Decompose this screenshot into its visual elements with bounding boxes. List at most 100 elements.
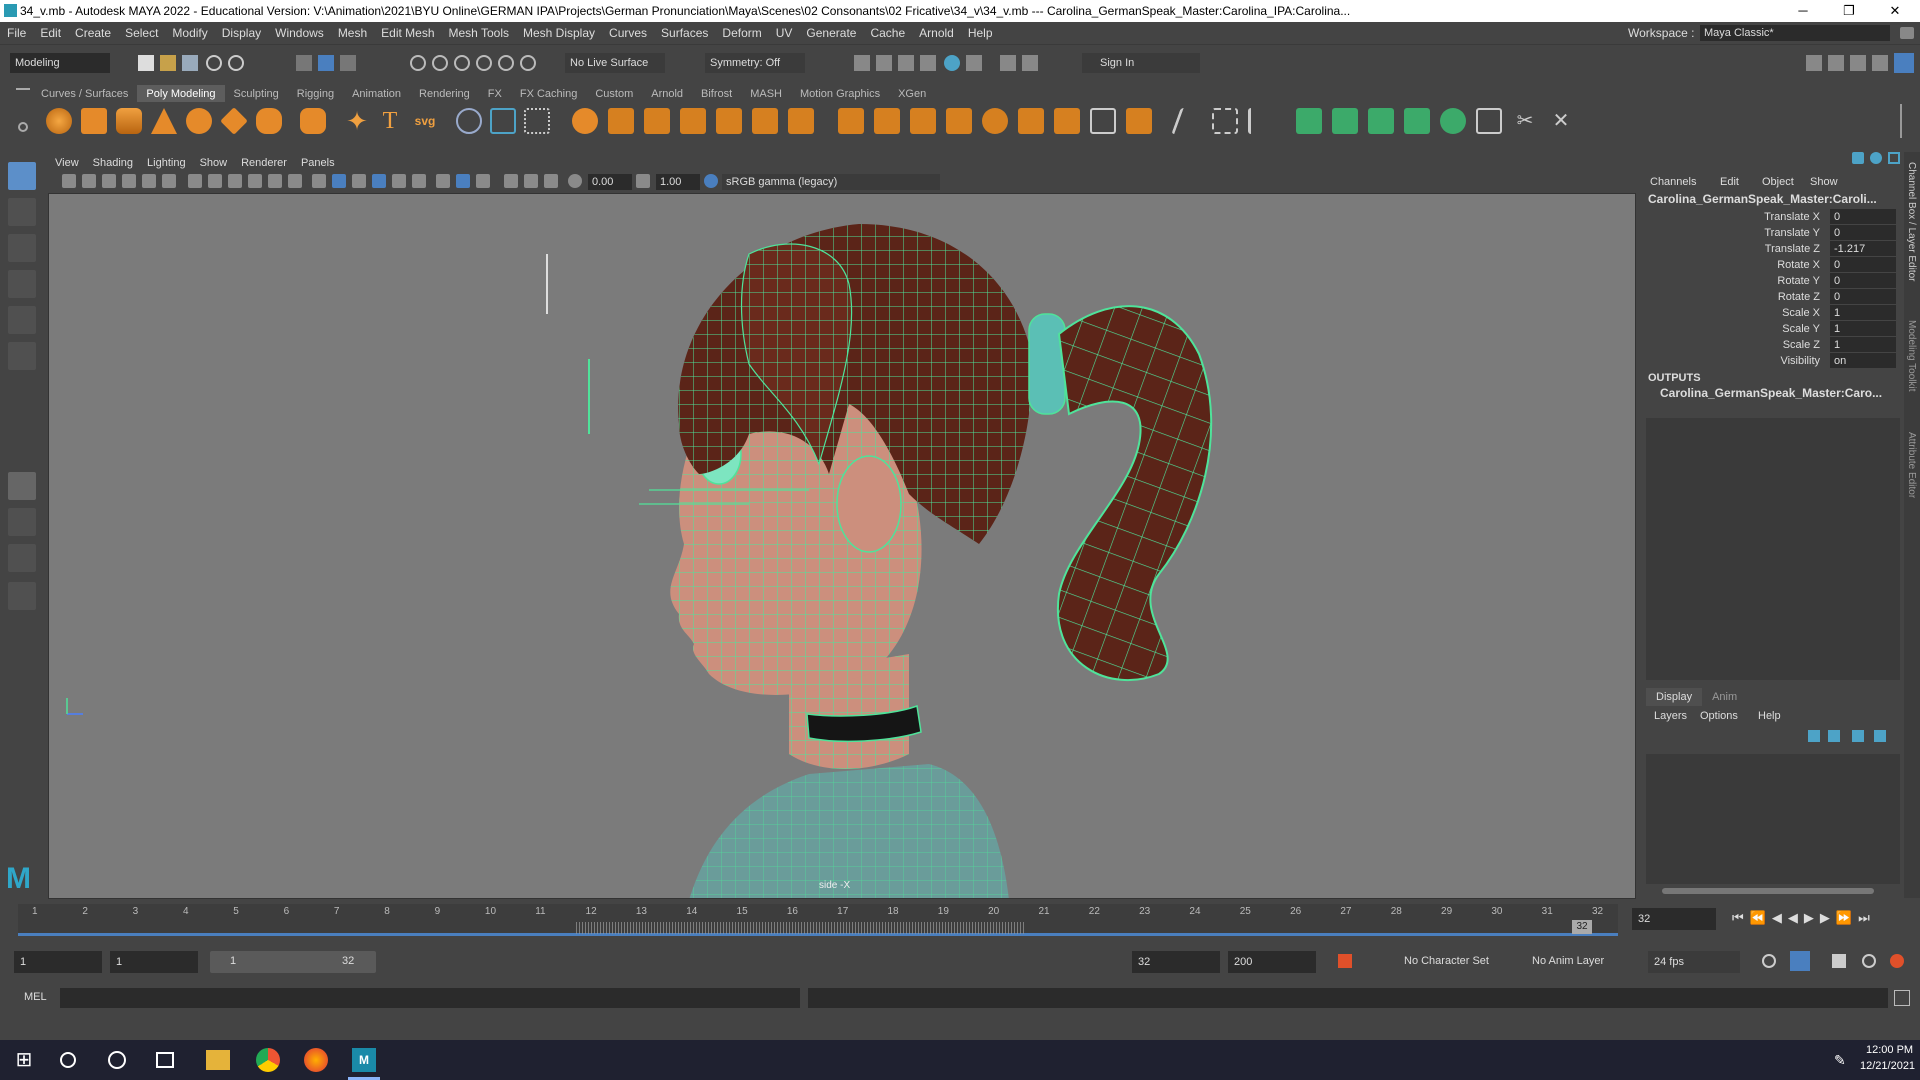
super-shape-icon[interactable]: ✦	[344, 108, 370, 134]
time-settings-icon[interactable]	[1862, 954, 1876, 968]
menu-mesh-display[interactable]: Mesh Display	[516, 22, 602, 44]
isolate-select-icon[interactable]	[456, 174, 470, 188]
resolution-gate-icon[interactable]	[228, 174, 242, 188]
move-tool-icon[interactable]	[8, 270, 36, 298]
render-view-icon[interactable]	[966, 55, 982, 71]
mode-dropdown[interactable]: Modeling	[10, 53, 110, 73]
gamma-icon[interactable]	[636, 174, 650, 188]
shelf-tab-xgen[interactable]: XGen	[889, 85, 935, 103]
channel-visibility[interactable]: Visibility on	[1642, 353, 1904, 369]
tab-display[interactable]: Display	[1646, 688, 1703, 706]
multi-cut-icon[interactable]	[1171, 108, 1207, 134]
extrude-icon[interactable]	[838, 108, 864, 134]
snap-point-icon[interactable]	[454, 55, 470, 71]
search-icon[interactable]	[60, 1052, 76, 1068]
menu-edit[interactable]: Edit	[33, 22, 68, 44]
layer-menu-help[interactable]: Help	[1758, 710, 1781, 722]
close-button[interactable]: ✕	[1872, 0, 1918, 22]
hypershade-icon[interactable]	[944, 55, 960, 71]
pause-icon[interactable]	[1022, 55, 1038, 71]
output-node[interactable]: Carolina_GermanSpeak_Master:Caro...	[1660, 386, 1900, 400]
center-pivot-icon[interactable]	[524, 108, 550, 134]
loop-icon[interactable]	[1762, 954, 1776, 968]
spherical-map-icon[interactable]	[1368, 108, 1394, 134]
lasso-tool-icon[interactable]	[8, 198, 36, 226]
layer-menu-layers[interactable]: Layers	[1654, 708, 1700, 724]
safe-action-icon[interactable]	[288, 174, 302, 188]
symmetry-dropdown[interactable]: Symmetry: Off	[705, 53, 805, 73]
shelf-tab-animation[interactable]: Animation	[343, 85, 410, 103]
windows-start-icon[interactable]: ⊞	[12, 1048, 36, 1072]
side-tab-modeling-toolkit[interactable]: Modeling Toolkit	[1906, 320, 1917, 392]
append-polygon-icon[interactable]	[1018, 108, 1044, 134]
sound-icon[interactable]	[1832, 954, 1846, 968]
channel-box-object-name[interactable]: Carolina_GermanSpeak_Master:Caroli...	[1648, 192, 1898, 206]
two-d-pan-icon[interactable]	[142, 174, 156, 188]
poly-cylinder-icon[interactable]	[116, 108, 142, 134]
bevel-icon[interactable]	[910, 108, 936, 134]
wedge-icon[interactable]	[1090, 108, 1116, 134]
new-layer-icon[interactable]	[1852, 730, 1864, 742]
channel-scale-y[interactable]: Scale Y1	[1642, 321, 1904, 337]
open-scene-icon[interactable]	[160, 55, 176, 71]
character-set-dropdown[interactable]: No Character Set	[1404, 955, 1489, 967]
poly-torus-icon[interactable]	[186, 108, 212, 134]
poly-disc-icon[interactable]	[256, 108, 282, 134]
separate-icon[interactable]	[608, 108, 634, 134]
menu-windows[interactable]: Windows	[268, 22, 331, 44]
use-all-lights-icon[interactable]	[412, 174, 426, 188]
cache-playback-icon[interactable]	[1790, 951, 1810, 971]
menu-arnold[interactable]: Arnold	[912, 22, 961, 44]
channel-translate-x[interactable]: Translate X0	[1642, 209, 1904, 225]
shelf-settings-icon[interactable]	[18, 122, 28, 132]
boolean-icon[interactable]	[788, 108, 814, 134]
film-gate-icon[interactable]	[208, 174, 222, 188]
four-view-layout-icon[interactable]	[8, 508, 36, 536]
channel-rotate-z[interactable]: Rotate Z0	[1642, 289, 1904, 305]
shelf-tab-sculpting[interactable]: Sculpting	[225, 85, 288, 103]
channel-box-toggle-icon[interactable]	[1894, 53, 1914, 73]
shelf-menu-icon[interactable]	[16, 88, 30, 90]
fill-hole-icon[interactable]	[982, 108, 1008, 134]
extract-icon[interactable]	[1126, 108, 1152, 134]
maya-taskbar-icon[interactable]: M	[352, 1048, 376, 1072]
viewport-menu-panels[interactable]: Panels	[294, 154, 342, 172]
auto-key-icon[interactable]	[1338, 954, 1352, 968]
animation-end-field[interactable]: 200	[1228, 951, 1316, 973]
xray-icon[interactable]	[476, 174, 490, 188]
redo-icon[interactable]	[228, 55, 244, 71]
merge-icon[interactable]	[946, 108, 972, 134]
channel-rotate-y[interactable]: Rotate Y0	[1642, 273, 1904, 289]
layer-list-scrollbar[interactable]	[1662, 888, 1874, 894]
viewport-panel[interactable]: side -X	[48, 193, 1636, 899]
menu-mesh[interactable]: Mesh	[331, 22, 374, 44]
menu-generate[interactable]: Generate	[799, 22, 863, 44]
color-management-icon[interactable]	[704, 174, 718, 188]
menu-deform[interactable]: Deform	[715, 22, 768, 44]
smooth-shade-icon[interactable]	[332, 174, 346, 188]
planar-map-icon[interactable]	[1296, 108, 1322, 134]
anim-layer-dropdown[interactable]: No Anim Layer	[1532, 955, 1604, 967]
channel-box-icon-1[interactable]	[1852, 152, 1864, 164]
shelf-tab-motion-graphics[interactable]: Motion Graphics	[791, 85, 889, 103]
mirror-icon[interactable]	[644, 108, 670, 134]
channel-box-icon-2[interactable]	[1870, 152, 1882, 164]
bookmark-icon[interactable]	[102, 174, 116, 188]
maximize-button[interactable]: ❐	[1826, 0, 1872, 22]
paint-select-tool-icon[interactable]	[8, 234, 36, 262]
offset-edge-loop-icon[interactable]	[1248, 108, 1274, 134]
shelf-tab-arnold[interactable]: Arnold	[642, 85, 692, 103]
shelf-tab-mash[interactable]: MASH	[741, 85, 791, 103]
layer-menu-options[interactable]: Options	[1700, 708, 1758, 724]
channel-scale-x[interactable]: Scale X1	[1642, 305, 1904, 321]
task-view-icon[interactable]	[156, 1052, 174, 1068]
viewport-menu-renderer[interactable]: Renderer	[234, 154, 294, 172]
channel-menu-channels[interactable]: Channels	[1650, 174, 1720, 190]
menu-curves[interactable]: Curves	[602, 22, 654, 44]
default-material-icon[interactable]	[352, 174, 366, 188]
menu-modify[interactable]: Modify	[165, 22, 214, 44]
camera-attributes-icon[interactable]	[82, 174, 96, 188]
motion-blur-icon[interactable]	[524, 174, 538, 188]
gate-mask-icon[interactable]	[248, 174, 262, 188]
animation-start-field[interactable]: 1	[14, 951, 102, 973]
